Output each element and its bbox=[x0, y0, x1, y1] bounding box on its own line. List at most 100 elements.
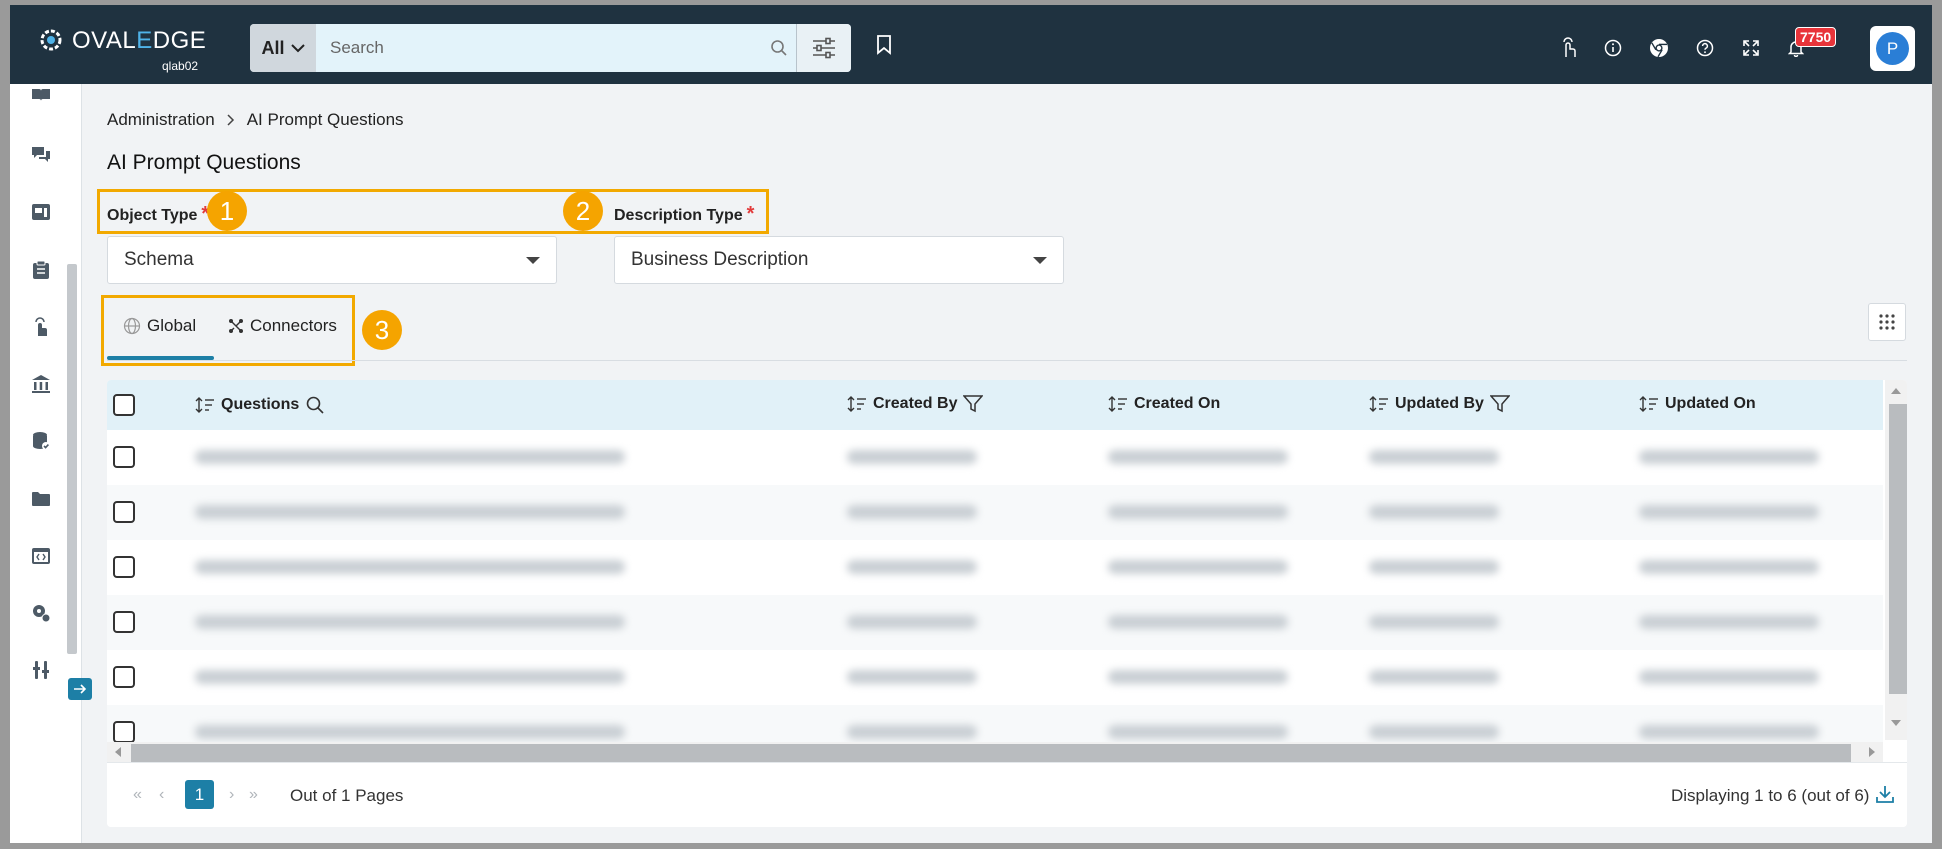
help-icon[interactable] bbox=[1693, 36, 1717, 60]
column-updated-by[interactable]: Updated By bbox=[1369, 395, 1510, 413]
page-number-current[interactable]: 1 bbox=[185, 780, 214, 809]
display-range-text: Displaying 1 to 6 (out of 6) bbox=[1671, 786, 1870, 805]
sidebar-scroll-thumb[interactable] bbox=[67, 264, 77, 654]
scroll-down-arrow-icon[interactable] bbox=[1891, 720, 1901, 726]
access-request-icon[interactable] bbox=[30, 316, 52, 338]
hand-pointer-icon[interactable] bbox=[1556, 36, 1580, 60]
last-page-icon[interactable]: » bbox=[249, 786, 258, 804]
blurred-cell bbox=[1639, 615, 1819, 629]
column-created-on-label: Created On bbox=[1134, 395, 1221, 412]
advanced-search-button[interactable] bbox=[796, 24, 851, 72]
column-created-on[interactable]: Created On bbox=[1108, 395, 1220, 413]
column-questions-label: Questions bbox=[221, 396, 300, 413]
caret-down-icon bbox=[1033, 257, 1047, 264]
sort-icon bbox=[1639, 396, 1658, 412]
next-page-icon[interactable]: › bbox=[229, 786, 234, 804]
dashboard-icon[interactable] bbox=[30, 201, 52, 223]
table-vertical-scroll-thumb[interactable] bbox=[1889, 404, 1907, 694]
blurred-cell bbox=[847, 725, 977, 739]
pages-count-text: Out of 1 Pages bbox=[290, 786, 404, 805]
tabs-divider bbox=[107, 360, 1907, 361]
governance-icon[interactable] bbox=[30, 373, 52, 395]
search-input[interactable] bbox=[316, 24, 796, 72]
search-icon[interactable] bbox=[770, 39, 788, 57]
scroll-right-arrow-icon[interactable] bbox=[1869, 747, 1875, 757]
row-checkbox[interactable] bbox=[113, 721, 135, 743]
sort-icon bbox=[1108, 396, 1127, 412]
settings-user-icon[interactable] bbox=[30, 602, 52, 624]
blurred-cell bbox=[847, 560, 977, 574]
tools-icon[interactable] bbox=[30, 659, 52, 681]
first-page-icon[interactable]: « bbox=[133, 786, 142, 804]
blurred-cell bbox=[195, 560, 625, 574]
sliders-icon bbox=[813, 37, 835, 59]
blurred-cell bbox=[1369, 725, 1499, 739]
prev-page-icon[interactable]: ‹ bbox=[159, 786, 164, 804]
expand-icon[interactable] bbox=[1739, 36, 1763, 60]
row-checkbox[interactable] bbox=[113, 556, 135, 578]
table-horizontal-scroll-thumb[interactable] bbox=[131, 744, 1851, 762]
blurred-cell bbox=[1639, 560, 1819, 574]
book-icon[interactable] bbox=[30, 84, 52, 106]
tab-connectors[interactable]: Connectors bbox=[228, 316, 337, 336]
info-icon[interactable] bbox=[1601, 36, 1625, 60]
avatar-initial: P bbox=[1876, 32, 1909, 65]
row-checkbox[interactable] bbox=[113, 666, 135, 688]
search-scope-dropdown[interactable]: All bbox=[250, 24, 316, 72]
object-type-select[interactable]: Schema bbox=[107, 236, 557, 284]
blurred-cell bbox=[1369, 670, 1499, 684]
expand-sidebar-button[interactable] bbox=[68, 678, 92, 700]
ovaledge-logo-icon bbox=[40, 29, 62, 51]
scroll-up-arrow-icon[interactable] bbox=[1891, 388, 1901, 394]
filter-icon[interactable] bbox=[1489, 395, 1510, 413]
table-horizontal-scrollbar[interactable] bbox=[107, 742, 1883, 762]
table-row[interactable] bbox=[107, 430, 1883, 485]
clipboard-icon[interactable] bbox=[30, 259, 52, 281]
row-checkbox[interactable] bbox=[113, 501, 135, 523]
table-row[interactable] bbox=[107, 485, 1883, 540]
database-check-icon[interactable] bbox=[30, 430, 52, 452]
column-settings-button[interactable] bbox=[1868, 303, 1906, 341]
blurred-cell bbox=[195, 505, 625, 519]
folder-icon[interactable] bbox=[30, 488, 52, 510]
row-checkbox[interactable] bbox=[113, 611, 135, 633]
global-search: All bbox=[250, 24, 851, 72]
bookmark-icon[interactable] bbox=[876, 35, 892, 55]
column-search-icon[interactable] bbox=[305, 395, 325, 415]
column-created-by[interactable]: Created By bbox=[847, 395, 984, 413]
tab-global[interactable]: Global bbox=[123, 316, 196, 336]
breadcrumb-current: AI Prompt Questions bbox=[246, 110, 404, 129]
chrome-icon[interactable] bbox=[1647, 36, 1671, 60]
user-avatar[interactable]: P bbox=[1870, 26, 1915, 71]
description-type-select[interactable]: Business Description bbox=[614, 236, 1064, 284]
left-sidebar bbox=[10, 84, 92, 843]
column-created-by-label: Created By bbox=[873, 395, 958, 412]
highlight-filter-labels bbox=[97, 189, 769, 234]
code-window-icon[interactable] bbox=[30, 545, 52, 567]
chat-icon[interactable] bbox=[30, 144, 52, 166]
select-all-checkbox[interactable] bbox=[113, 394, 135, 416]
arrow-right-icon bbox=[74, 684, 87, 694]
globe-icon bbox=[123, 317, 141, 335]
pagination-bar: « ‹ 1 › » Out of 1 Pages Displaying 1 to… bbox=[107, 762, 1907, 827]
table-row[interactable] bbox=[107, 650, 1883, 705]
blurred-cell bbox=[1639, 505, 1819, 519]
table-row[interactable] bbox=[107, 540, 1883, 595]
column-updated-on[interactable]: Updated On bbox=[1639, 395, 1756, 413]
blurred-cell bbox=[847, 615, 977, 629]
download-icon[interactable] bbox=[1875, 784, 1895, 804]
scroll-left-arrow-icon[interactable] bbox=[115, 747, 121, 757]
column-questions[interactable]: Questions bbox=[195, 395, 325, 415]
blurred-cell bbox=[195, 670, 625, 684]
filter-icon[interactable] bbox=[963, 395, 984, 413]
table-vertical-scrollbar[interactable] bbox=[1885, 380, 1907, 740]
row-checkbox[interactable] bbox=[113, 446, 135, 468]
sort-icon bbox=[195, 397, 214, 413]
table-header: Questions Created By Created On Updated … bbox=[107, 380, 1883, 430]
instance-name: qlab02 bbox=[162, 59, 199, 73]
tab-connectors-label: Connectors bbox=[250, 316, 337, 335]
table-row[interactable] bbox=[107, 595, 1883, 650]
blurred-cell bbox=[1369, 450, 1499, 464]
sort-icon bbox=[847, 396, 866, 412]
breadcrumb-administration[interactable]: Administration bbox=[107, 110, 215, 130]
